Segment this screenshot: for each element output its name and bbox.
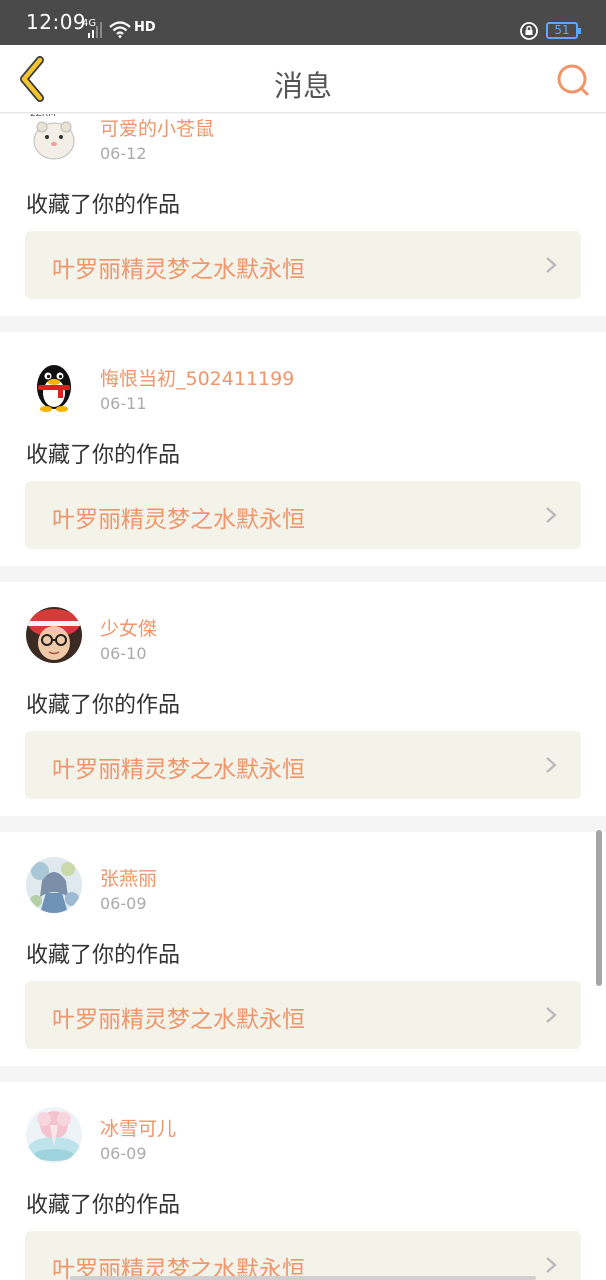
message-card: 张燕丽 06-09 收藏了你的作品 叶罗丽精灵梦之水默永恒 bbox=[0, 832, 606, 1066]
rotation-lock-icon bbox=[520, 22, 538, 40]
message-date: 06-12 bbox=[100, 144, 147, 163]
message-card: 2ZRM 可爱的小苍鼠 06-12 收藏了你的作品 叶罗丽精灵梦之水默永恒 bbox=[0, 114, 606, 316]
search-button[interactable] bbox=[552, 60, 592, 100]
message-date: 06-10 bbox=[100, 644, 147, 663]
message-card: 少女傑 06-10 收藏了你的作品 叶罗丽精灵梦之水默永恒 bbox=[0, 582, 606, 816]
chevron-right-icon bbox=[546, 1257, 557, 1273]
wifi-icon bbox=[109, 21, 131, 38]
signal-icon bbox=[88, 22, 102, 38]
chevron-right-icon bbox=[546, 757, 557, 773]
message-date: 06-11 bbox=[100, 394, 147, 413]
anime-avatar-icon bbox=[26, 1107, 82, 1163]
work-title: 叶罗丽精灵梦之水默永恒 bbox=[52, 257, 305, 283]
work-title: 叶罗丽精灵梦之水默永恒 bbox=[52, 1007, 305, 1033]
work-link[interactable]: 叶罗丽精灵梦之水默永恒 bbox=[25, 731, 581, 799]
action-text: 收藏了你的作品 bbox=[26, 193, 181, 218]
chevron-right-icon bbox=[546, 1007, 557, 1023]
work-link[interactable]: 叶罗丽精灵梦之水默永恒 bbox=[25, 981, 581, 1049]
message-card: 冰雪可儿 06-09 收藏了你的作品 叶罗丽精灵梦之水默永恒 bbox=[0, 1082, 606, 1280]
nav-bar: 消息 bbox=[0, 45, 606, 113]
search-icon bbox=[557, 64, 589, 96]
work-link[interactable]: 叶罗丽精灵梦之水默永恒 bbox=[25, 231, 581, 299]
status-bar: 12:09 4G HD 51 bbox=[0, 0, 606, 45]
user-avatar[interactable] bbox=[26, 857, 82, 913]
svg-text:2ZRM: 2ZRM bbox=[30, 114, 56, 119]
action-text: 收藏了你的作品 bbox=[26, 693, 181, 718]
scrollbar[interactable] bbox=[596, 830, 602, 986]
user-avatar[interactable] bbox=[26, 357, 82, 413]
girl-avatar-icon bbox=[26, 607, 82, 663]
battery-icon: 51 bbox=[546, 22, 581, 39]
chevron-right-icon bbox=[546, 507, 557, 523]
work-link[interactable]: 叶罗丽精灵梦之水默永恒 bbox=[25, 481, 581, 549]
qq-penguin-avatar-icon bbox=[37, 365, 71, 412]
username[interactable]: 少女傑 bbox=[100, 614, 157, 641]
user-avatar[interactable] bbox=[26, 607, 82, 663]
username[interactable]: 可爱的小苍鼠 bbox=[100, 114, 214, 141]
message-card: 悔恨当初_502411199 06-11 收藏了你的作品 叶罗丽精灵梦之水默永恒 bbox=[0, 332, 606, 566]
message-date: 06-09 bbox=[100, 1144, 147, 1163]
username[interactable]: 张燕丽 bbox=[100, 864, 157, 891]
status-time: 12:09 bbox=[26, 10, 87, 34]
username[interactable]: 悔恨当初_502411199 bbox=[100, 364, 294, 391]
work-link[interactable]: 叶罗丽精灵梦之水默永恒 bbox=[25, 1231, 581, 1280]
action-text: 收藏了你的作品 bbox=[26, 1193, 181, 1218]
page-title: 消息 bbox=[273, 69, 332, 103]
message-feed[interactable]: 2ZRM 可爱的小苍鼠 06-12 收藏了你的作品 叶罗丽精灵梦之水默永恒 悔恨… bbox=[0, 114, 606, 1280]
username[interactable]: 冰雪可儿 bbox=[100, 1114, 176, 1141]
anime-avatar-icon bbox=[26, 857, 82, 913]
home-indicator[interactable] bbox=[70, 1276, 536, 1280]
action-text: 收藏了你的作品 bbox=[26, 443, 181, 468]
hamster-avatar-icon: 2ZRM bbox=[30, 114, 75, 160]
work-title: 叶罗丽精灵梦之水默永恒 bbox=[52, 757, 305, 783]
chevron-right-icon bbox=[546, 257, 557, 273]
battery-level: 51 bbox=[554, 23, 570, 37]
user-avatar[interactable]: 2ZRM bbox=[26, 114, 82, 163]
hd-label: HD bbox=[134, 20, 156, 35]
work-title: 叶罗丽精灵梦之水默永恒 bbox=[52, 507, 305, 533]
user-avatar[interactable] bbox=[26, 1107, 82, 1163]
message-date: 06-09 bbox=[100, 894, 147, 913]
action-text: 收藏了你的作品 bbox=[26, 943, 181, 968]
